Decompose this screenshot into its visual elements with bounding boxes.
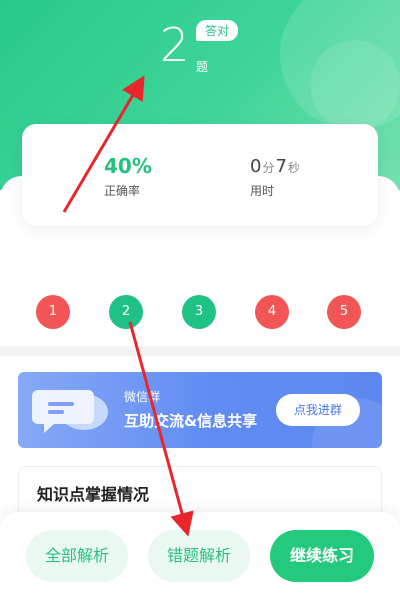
result-screen: 2 题 答对 40% 正确率 0分7秒 用时 1 2 3 4 5 微信群 互助交… <box>0 0 400 600</box>
join-group-button[interactable]: 点我进群 <box>276 394 360 426</box>
accuracy-label: 正确率 <box>104 184 141 198</box>
wrong-analysis-button[interactable]: 错题解析 <box>148 530 250 582</box>
correct-badge: 答对 <box>196 20 239 41</box>
question-circle-2[interactable]: 2 <box>109 295 143 329</box>
time-seconds-unit: 秒 <box>287 161 300 175</box>
time-value: 0分7秒 <box>250 156 301 177</box>
banner-subtitle: 互助交流&信息共享 <box>124 412 258 430</box>
knowledge-title: 知识点掌握情况 <box>37 485 150 504</box>
header-decoration <box>310 40 400 130</box>
time-minutes-unit: 分 <box>262 161 275 175</box>
time-minutes: 0 <box>250 156 262 177</box>
banner-title: 微信群 <box>124 390 161 404</box>
bottom-action-bar: 全部解析 错题解析 继续练习 <box>0 512 400 600</box>
stats-card: 40% 正确率 0分7秒 用时 <box>22 124 378 226</box>
time-seconds: 7 <box>275 156 287 177</box>
question-circle-3[interactable]: 3 <box>182 295 216 329</box>
score-unit: 题 <box>196 60 209 74</box>
score-display: 2 题 答对 <box>160 18 270 78</box>
section-divider <box>0 346 400 356</box>
continue-practice-button[interactable]: 继续练习 <box>270 530 374 582</box>
accuracy-value: 40% <box>104 154 152 178</box>
question-circle-4[interactable]: 4 <box>255 295 289 329</box>
chat-bubbles-icon <box>32 390 108 433</box>
all-analysis-button[interactable]: 全部解析 <box>26 530 128 582</box>
wechat-group-banner[interactable]: 微信群 互助交流&信息共享 点我进群 <box>18 372 382 448</box>
question-circle-1[interactable]: 1 <box>36 295 70 329</box>
question-list: 1 2 3 4 5 <box>36 295 366 329</box>
time-label: 用时 <box>250 184 275 198</box>
question-circle-5[interactable]: 5 <box>327 295 361 329</box>
score-number: 2 <box>160 18 190 72</box>
